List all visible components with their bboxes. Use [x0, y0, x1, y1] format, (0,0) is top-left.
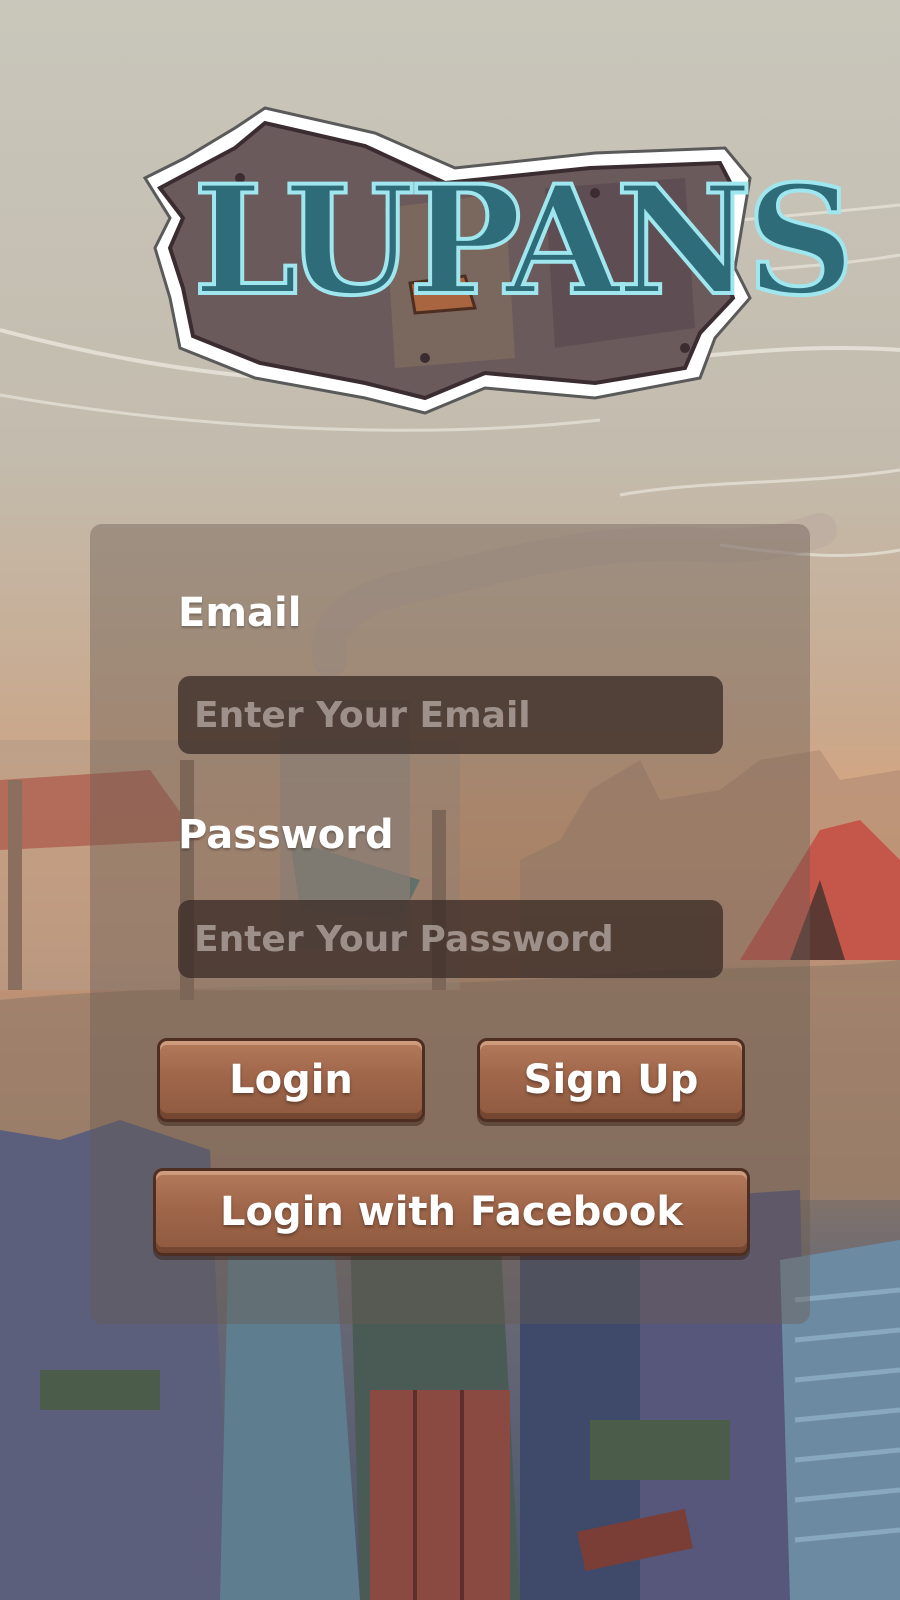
wooden-planks	[370, 1390, 510, 1600]
facebook-login-button-label: Login with Facebook	[220, 1189, 683, 1235]
metal-plate	[590, 1420, 730, 1480]
email-input[interactable]	[178, 676, 723, 754]
metal-plate	[40, 1370, 160, 1410]
password-input[interactable]	[178, 900, 723, 978]
stall-pole	[8, 780, 22, 990]
login-button[interactable]: Login	[157, 1038, 425, 1122]
logo-text: LUPANS	[191, 151, 857, 331]
login-button-label: Login	[229, 1057, 353, 1103]
wind-streak	[619, 468, 900, 497]
signup-button[interactable]: Sign Up	[477, 1038, 745, 1122]
email-label: Email	[178, 590, 302, 636]
facebook-login-button[interactable]: Login with Facebook	[153, 1168, 750, 1256]
password-label: Password	[178, 812, 394, 858]
game-logo: LUPANS	[125, 98, 857, 428]
signup-button-label: Sign Up	[523, 1057, 699, 1103]
